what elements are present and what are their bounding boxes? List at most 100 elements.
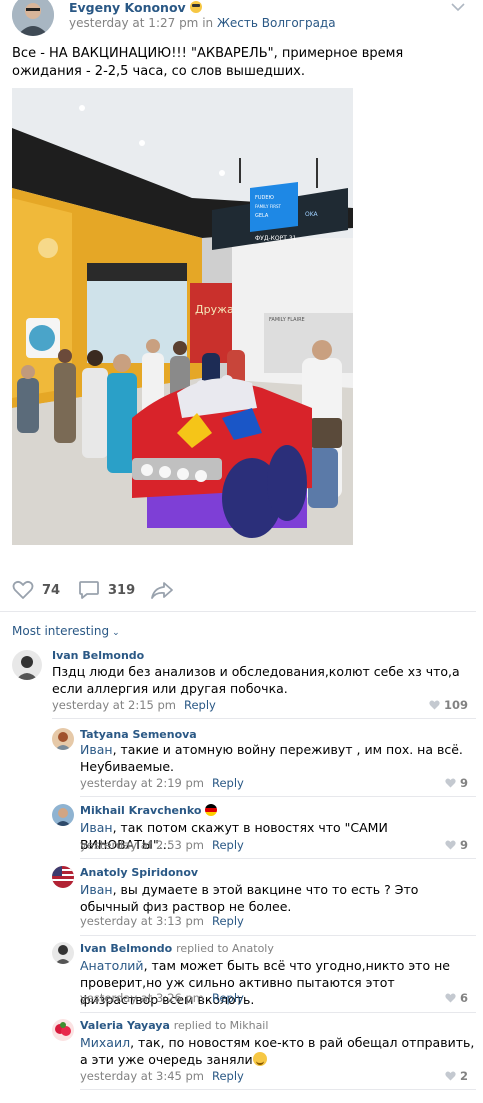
comment-author-name[interactable]: Mikhail Kravchenko (80, 804, 201, 817)
comment-meta: yesterday at 2:15 pm Reply (52, 698, 216, 712)
reply-button[interactable]: Reply (212, 1069, 244, 1083)
sort-label: Most interesting (12, 624, 110, 638)
comment-like-button[interactable]: 9 (445, 838, 468, 852)
comment-author[interactable]: Anatoly Spiridonov (80, 866, 198, 879)
comment-like-button[interactable]: 9 (445, 776, 468, 790)
comment-avatar[interactable] (52, 804, 74, 826)
comment-like-button[interactable]: 2 (445, 1069, 468, 1083)
comment-author[interactable]: Valeria Yayaya replied to Mikhail (80, 1019, 268, 1032)
reply-button[interactable]: Reply (212, 991, 244, 1005)
sunglasses-emoji-icon (189, 1, 202, 13)
comments-sort-dropdown[interactable]: Most interesting ⌄ (12, 624, 120, 638)
comment-likes-count: 109 (443, 698, 468, 712)
comment-likes-count: 9 (459, 776, 468, 790)
comment-body: , вы думаете в этой вакцине что то есть … (80, 882, 419, 914)
comment-time[interactable]: yesterday at 2:15 pm (52, 698, 176, 712)
photo-board-line-3: GELA (255, 213, 269, 219)
comment-text: Пздц люди без анализов и обследования,ко… (52, 664, 460, 696)
post-author-name[interactable]: Evgeny Kononov (69, 0, 186, 15)
photo-board-line-4: OKA (305, 211, 319, 218)
chevron-down-icon[interactable] (451, 2, 465, 12)
author-avatar[interactable] (12, 0, 54, 36)
comment-time[interactable]: yesterday at 2:19 pm (80, 776, 204, 790)
replied-to-label[interactable]: replied to Anatoly (176, 942, 274, 955)
comment-author-name[interactable]: Ivan Belmondo (80, 942, 172, 955)
reply-to-link[interactable]: Анатолий (80, 958, 144, 973)
comment-button[interactable]: 319 (78, 578, 135, 602)
comment-divider (80, 1012, 476, 1013)
comment-author[interactable]: Mikhail Kravchenko (80, 804, 218, 817)
comment-text: Иван, такие и атомную войну переживут , … (80, 741, 465, 775)
comment-reply: Anatoly Spiridonov Иван, вы думаете в эт… (0, 866, 483, 934)
photo-shop-sign: FAMILY FLAIRE (269, 317, 305, 323)
comment-icon (79, 581, 99, 599)
post-time[interactable]: yesterday at 1:27 pm (69, 16, 198, 30)
comment-author-name[interactable]: Anatoly Spiridonov (80, 866, 198, 879)
comment-meta: yesterday at 2:53 pm Reply (80, 838, 244, 852)
post-in-word: in (202, 16, 214, 30)
comment-divider (80, 858, 476, 859)
post-divider (0, 611, 476, 612)
comment-like-button[interactable]: 6 (445, 991, 468, 1005)
post-text: Все - НА ВАКЦИНАЦИЮ!!! "АКВАРЕЛЬ", приме… (12, 46, 404, 79)
comment-time[interactable]: yesterday at 3:45 pm (80, 1069, 204, 1083)
reply-button[interactable]: Reply (212, 776, 244, 790)
comment-meta: yesterday at 3:26 pm Reply (80, 991, 244, 1005)
comment-avatar[interactable] (52, 942, 74, 964)
comment-avatar[interactable] (12, 650, 42, 680)
post-group-link[interactable]: Жесть Волгограда (217, 16, 336, 30)
comment-like-button[interactable]: 109 (429, 698, 468, 712)
post-header: Evgeny Kononov yesterday at 1:27 pm in Ж… (0, 0, 483, 40)
german-flag-icon (205, 804, 218, 816)
comment-avatar[interactable] (52, 866, 74, 888)
comment-author[interactable]: Ivan Belmondo (52, 649, 144, 662)
reply-button[interactable]: Reply (184, 698, 216, 712)
share-button[interactable] (150, 578, 174, 602)
comment-divider (80, 1089, 476, 1090)
reply-to-link[interactable]: Михаил (80, 1035, 130, 1050)
photo-board-line-2: FAMILY FIRST (255, 204, 282, 209)
comment-divider (80, 796, 476, 797)
comment-reply: Mikhail Kravchenko Иван, так потом скажу… (0, 804, 483, 856)
comment-avatar[interactable] (52, 1019, 74, 1041)
comment-author-name[interactable]: Valeria Yayaya (80, 1019, 170, 1032)
heart-icon (445, 993, 456, 1003)
post-photo[interactable]: Дружать FAMILY FLAIRE FUDEЮ FAMILY FIRST… (12, 88, 353, 545)
comment-likes-count: 9 (459, 838, 468, 852)
comment-time[interactable]: yesterday at 3:13 pm (80, 914, 204, 928)
comment-author-name[interactable]: Tatyana Semenova (80, 728, 197, 741)
comment: Ivan Belmondo Пздц люди без анализов и о… (0, 648, 483, 718)
reply-to-link[interactable]: Иван (80, 742, 113, 757)
reply-to-link[interactable]: Иван (80, 820, 113, 835)
comment-divider (80, 935, 476, 936)
comment-text: Михаил, так, по новостям кое-кто в рай о… (80, 1034, 475, 1068)
post-meta: yesterday at 1:27 pm in Жесть Волгограда (69, 16, 336, 30)
like-button[interactable]: 74 (12, 578, 60, 602)
comment-body: , такие и атомную войну переживут , им п… (80, 742, 463, 774)
heart-icon (429, 700, 440, 710)
comments-count: 319 (108, 582, 136, 598)
heart-icon (445, 840, 456, 850)
comment-meta: yesterday at 2:19 pm Reply (80, 776, 244, 790)
post-actions: 74 319 (12, 578, 472, 602)
comment-author[interactable]: Tatyana Semenova (80, 728, 197, 741)
comment-text: Иван, вы думаете в этой вакцине что то е… (80, 881, 465, 915)
comment-author[interactable]: Ivan Belmondo replied to Anatoly (80, 942, 274, 955)
comment-likes-count: 6 (459, 991, 468, 1005)
heart-icon (12, 580, 34, 599)
comment-avatar[interactable] (52, 728, 74, 750)
share-icon (151, 582, 173, 599)
comment-divider (52, 718, 476, 719)
post-author[interactable]: Evgeny Kononov (69, 0, 202, 15)
comment-meta: yesterday at 3:45 pm Reply (80, 1069, 244, 1083)
heart-icon (445, 1071, 456, 1081)
comment-time[interactable]: yesterday at 3:26 pm (80, 991, 204, 1005)
comment-author-name[interactable]: Ivan Belmondo (52, 649, 144, 662)
reply-button[interactable]: Reply (212, 914, 244, 928)
comment-reply: Tatyana Semenova Иван, такие и атомную в… (0, 726, 483, 796)
replied-to-label[interactable]: replied to Mikhail (174, 1019, 269, 1032)
reply-to-link[interactable]: Иван (80, 882, 113, 897)
chevron-down-icon: ⌄ (112, 628, 120, 638)
comment-time[interactable]: yesterday at 2:53 pm (80, 838, 204, 852)
reply-button[interactable]: Reply (212, 838, 244, 852)
